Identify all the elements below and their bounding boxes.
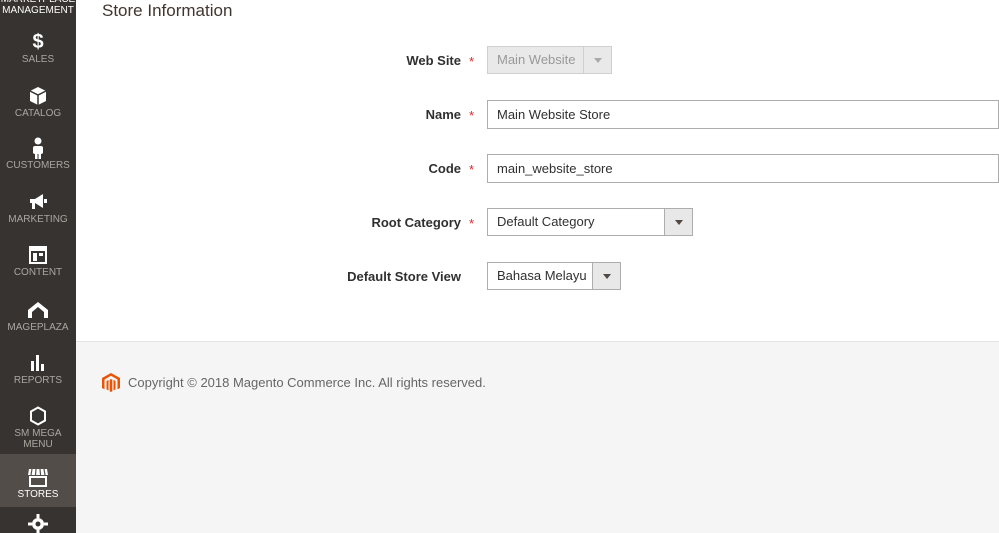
admin-sidebar: MARKETPLACE MANAGEMENT $ SALES CATALOG C… bbox=[0, 0, 76, 533]
sidebar-item-label: CATALOG bbox=[14, 108, 62, 119]
sidebar-item-marketplace-label[interactable]: MARKETPLACE MANAGEMENT bbox=[0, 0, 76, 16]
name-label: Name bbox=[425, 107, 461, 122]
page-footer: Copyright © 2018 Magento Commerce Inc. A… bbox=[76, 343, 999, 533]
store-edit-form: Store Information Web Site * Main Websit… bbox=[76, 0, 999, 342]
field-name: Name * Main Website Store bbox=[76, 100, 999, 130]
sidebar-item-label: MAGEPLAZA bbox=[7, 322, 69, 333]
sidebar-item-label: SALES bbox=[21, 54, 55, 65]
layout-icon bbox=[29, 243, 47, 267]
sidebar-item-sm-mega-menu[interactable]: SM MEGA MENU bbox=[0, 404, 76, 450]
required-marker: * bbox=[469, 216, 475, 231]
root-category-select[interactable]: Default Category bbox=[487, 208, 693, 236]
dollar-icon: $ bbox=[32, 31, 44, 53]
web-site-value: Main Website bbox=[497, 52, 576, 67]
sidebar-item-mageplaza[interactable]: MAGEPLAZA bbox=[0, 298, 76, 334]
sidebar-item-customers[interactable]: CUSTOMERS bbox=[0, 136, 76, 172]
sidebar-item-system[interactable] bbox=[0, 514, 76, 533]
code-value: main_website_store bbox=[497, 161, 613, 176]
name-input[interactable]: Main Website Store bbox=[487, 100, 999, 129]
field-web-site: Web Site * Main Website bbox=[76, 46, 999, 76]
sidebar-item-label: REPORTS bbox=[13, 375, 63, 386]
code-label: Code bbox=[428, 161, 462, 176]
megaphone-icon bbox=[28, 190, 48, 214]
required-marker: * bbox=[469, 108, 475, 123]
field-code: Code * main_website_store bbox=[76, 154, 999, 184]
root-category-value: Default Category bbox=[497, 214, 595, 229]
name-value: Main Website Store bbox=[497, 107, 611, 122]
required-marker: * bbox=[469, 54, 475, 69]
mageplaza-icon bbox=[27, 298, 49, 322]
chevron-down-icon bbox=[583, 47, 611, 73]
section-title: Store Information bbox=[102, 1, 233, 20]
sidebar-item-catalog[interactable]: CATALOG bbox=[0, 84, 76, 120]
storefront-icon bbox=[27, 465, 49, 489]
hexagon-icon bbox=[29, 404, 47, 428]
required-marker: * bbox=[469, 162, 475, 177]
chevron-down-icon bbox=[664, 209, 692, 235]
root-category-label: Root Category bbox=[371, 215, 461, 230]
sidebar-item-label: CUSTOMERS bbox=[6, 160, 70, 171]
sidebar-item-reports[interactable]: REPORTS bbox=[0, 351, 76, 387]
copyright-text: Copyright © 2018 Magento Commerce Inc. A… bbox=[128, 375, 486, 390]
code-input[interactable]: main_website_store bbox=[487, 154, 999, 183]
chevron-down-icon bbox=[592, 263, 620, 289]
sidebar-item-marketing[interactable]: MARKETING bbox=[0, 190, 76, 226]
default-store-view-label: Default Store View bbox=[347, 269, 461, 284]
default-store-view-value: Bahasa Melayu bbox=[497, 268, 587, 283]
magento-logo-icon bbox=[102, 373, 120, 393]
web-site-label: Web Site bbox=[406, 53, 461, 68]
sidebar-item-sales[interactable]: $ SALES bbox=[0, 30, 76, 66]
person-icon bbox=[31, 136, 45, 160]
sidebar-item-label: MARKETING bbox=[8, 214, 68, 225]
sidebar-item-label: SM MEGA MENU bbox=[14, 428, 62, 450]
default-store-view-select[interactable]: Bahasa Melayu bbox=[487, 262, 621, 290]
gear-icon bbox=[28, 514, 48, 533]
box-icon bbox=[29, 84, 47, 108]
web-site-select[interactable]: Main Website bbox=[487, 46, 612, 74]
bar-chart-icon bbox=[29, 351, 47, 375]
field-default-store-view: Default Store View Bahasa Melayu bbox=[76, 262, 999, 292]
field-root-category: Root Category * Default Category bbox=[76, 208, 999, 238]
sidebar-item-stores[interactable]: STORES bbox=[0, 454, 76, 507]
sidebar-item-label: CONTENT bbox=[13, 267, 63, 278]
sidebar-item-label: STORES bbox=[17, 489, 59, 500]
sidebar-item-content[interactable]: CONTENT bbox=[0, 243, 76, 279]
